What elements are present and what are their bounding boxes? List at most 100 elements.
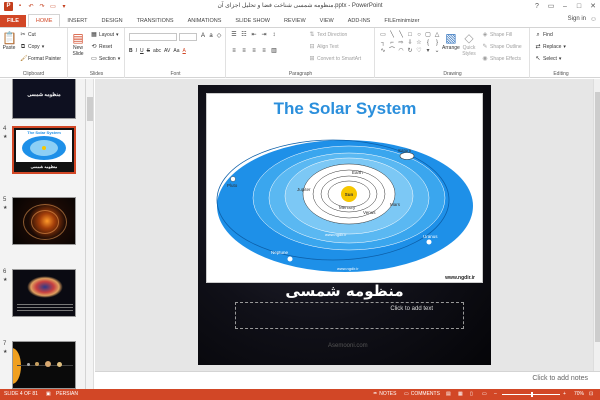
align-center-icon[interactable]: ≡	[241, 48, 247, 54]
elbow-shape-icon[interactable]: ┐	[379, 40, 387, 47]
quick-styles-button[interactable]: ◇ Quick Styles	[462, 31, 476, 57]
connector-shape-icon[interactable]: ⌐	[388, 40, 396, 47]
find-button[interactable]: ⌕ Find	[535, 32, 552, 38]
arrow-shape-icon[interactable]: ⇨	[397, 40, 405, 47]
copy-button[interactable]: ⧉ Copy ▾	[20, 44, 44, 50]
scrollbar-thumb[interactable]	[595, 92, 600, 342]
slide-thumbnail[interactable]	[12, 269, 76, 317]
circle-arrow-icon[interactable]: ↻	[406, 48, 414, 55]
tab-design[interactable]: DESIGN	[95, 15, 130, 27]
notes-toggle-button[interactable]: ≐ NOTES	[373, 391, 396, 397]
grow-font-icon[interactable]: A	[200, 33, 206, 39]
cut-button[interactable]: ✂ Cut	[20, 32, 35, 38]
section-button[interactable]: ▭ Section ▾	[91, 56, 120, 62]
zoom-in-icon[interactable]: +	[563, 391, 566, 397]
minimize-icon[interactable]: –	[558, 0, 572, 12]
tab-slide-show[interactable]: SLIDE SHOW	[228, 15, 277, 27]
select-button[interactable]: ↖ Select ▾	[535, 56, 561, 62]
zoom-level[interactable]: 70%	[574, 391, 584, 397]
tab-home[interactable]: HOME	[27, 14, 61, 27]
arc-shape-icon[interactable]: ◠	[397, 48, 405, 55]
slideshow-view-icon[interactable]: ▭	[482, 391, 487, 397]
change-case-button[interactable]: Aa	[173, 48, 179, 54]
rounded-rect-shape-icon[interactable]: ▢	[424, 32, 432, 39]
replace-button[interactable]: ⇄ Replace ▾	[535, 44, 565, 50]
line-shape-icon[interactable]: ╲	[397, 32, 405, 39]
triangle-shape-icon[interactable]: △	[433, 32, 441, 39]
underline-button[interactable]: U	[140, 48, 144, 54]
slide-thumbnail-selected[interactable]: The Solar System منظومه شمسی	[12, 126, 76, 174]
more-shapes-icon[interactable]: ▾	[424, 48, 432, 55]
rectangle-shape-icon[interactable]: □	[406, 32, 414, 39]
heart-shape-icon[interactable]: ♡	[415, 48, 423, 55]
increase-indent-icon[interactable]: ⇥	[261, 32, 267, 38]
thumbnail-scrollbar[interactable]	[86, 79, 94, 389]
tab-animations[interactable]: ANIMATIONS	[181, 15, 229, 27]
normal-view-icon[interactable]: ▤	[446, 391, 451, 397]
slide-title[interactable]: منظومه شمسی	[198, 282, 491, 300]
tab-add-ins[interactable]: ADD-INS	[341, 15, 378, 27]
brace-shape-icon[interactable]: {	[424, 40, 432, 47]
align-left-icon[interactable]: ≡	[231, 48, 237, 54]
reset-button[interactable]: ⟲ Reset	[91, 44, 112, 50]
bullets-icon[interactable]: ☰	[231, 32, 237, 38]
arrow-shape-icon[interactable]: ⇩	[406, 40, 414, 47]
textbox-shape-icon[interactable]: ▭	[379, 32, 387, 39]
reading-view-icon[interactable]: ▯	[470, 391, 473, 397]
zoom-out-icon[interactable]: –	[494, 391, 497, 397]
tab-view[interactable]: VIEW	[313, 15, 341, 27]
oval-shape-icon[interactable]: ○	[415, 32, 423, 39]
shadow-button[interactable]: abc	[153, 48, 161, 54]
strikethrough-button[interactable]: S	[147, 48, 150, 54]
clear-format-icon[interactable]: ◇	[216, 33, 222, 39]
italic-button[interactable]: I	[136, 48, 137, 54]
ribbon-display-icon[interactable]: ▭	[544, 0, 558, 12]
slide-sorter-icon[interactable]: ▦	[458, 391, 463, 397]
proofing-icon[interactable]: ▣	[46, 391, 51, 397]
character-spacing-button[interactable]: AV	[164, 48, 170, 54]
line-shape-icon[interactable]: ╲	[388, 32, 396, 39]
shapes-gallery[interactable]: ▭ ╲ ╲ □ ○ ▢ △ ┐ ⌐ ⇨ ⇩ ☆ { } ∿ ⌒ ◠ ↻ ♡ ▾	[379, 32, 441, 55]
text-direction-button[interactable]: ⇅ Text Direction	[309, 32, 347, 38]
solar-system-image[interactable]: The Solar System Sun Mercury Venus Earth	[206, 93, 483, 283]
align-right-icon[interactable]: ≡	[251, 48, 257, 54]
numbering-icon[interactable]: ☷	[241, 32, 247, 38]
tab-fileminimizer[interactable]: FILEminimizer	[377, 15, 426, 27]
paste-button[interactable]: 📋 Paste	[2, 31, 17, 51]
decrease-indent-icon[interactable]: ⇤	[251, 32, 257, 38]
tab-insert[interactable]: INSERT	[60, 15, 94, 27]
freeform-shape-icon[interactable]: ⌒	[388, 48, 396, 55]
feedback-smiley-icon[interactable]: ☺	[590, 16, 597, 23]
maximize-icon[interactable]: □	[572, 0, 586, 12]
font-color-button[interactable]: A	[182, 48, 185, 54]
font-name-combobox[interactable]	[129, 33, 177, 41]
fit-to-window-icon[interactable]: ⊡	[589, 391, 593, 397]
slide-thumbnail[interactable]: منظومه شمسی	[12, 79, 76, 119]
format-painter-button[interactable]: 🖌 Format Painter	[20, 56, 61, 62]
curve-shape-icon[interactable]: ∿	[379, 48, 387, 55]
tab-transitions[interactable]: TRANSITIONS	[130, 15, 181, 27]
comments-toggle-button[interactable]: ▭ COMMENTS	[404, 391, 440, 397]
tab-review[interactable]: REVIEW	[277, 15, 313, 27]
brace-shape-icon[interactable]: }	[433, 40, 441, 47]
convert-smartart-button[interactable]: ⊞ Convert to SmartArt	[309, 56, 361, 62]
arrange-button[interactable]: ▧ Arrange	[442, 31, 460, 51]
expand-gallery-icon[interactable]: ⌄	[433, 48, 441, 55]
slide-thumbnail[interactable]	[12, 341, 76, 389]
language-indicator[interactable]: PERSIAN	[56, 391, 78, 397]
scrollbar-thumb[interactable]	[87, 97, 93, 121]
justify-icon[interactable]: ≡	[261, 48, 267, 54]
current-slide[interactable]: The Solar System Sun Mercury Venus Earth	[198, 85, 491, 365]
shape-fill-button[interactable]: ◈ Shape Fill	[482, 32, 513, 38]
shape-outline-button[interactable]: ✎ Shape Outline	[482, 44, 521, 50]
shape-effects-button[interactable]: ◉ Shape Effects	[482, 56, 521, 62]
close-icon[interactable]: ✕	[586, 0, 600, 12]
help-icon[interactable]: ?	[530, 0, 544, 12]
notes-pane[interactable]: Click to add notes	[95, 371, 600, 389]
editor-scrollbar[interactable]	[593, 79, 600, 371]
columns-icon[interactable]: ▥	[271, 48, 277, 54]
line-spacing-icon[interactable]: ↕	[271, 32, 277, 38]
slide-thumbnail[interactable]	[12, 197, 76, 245]
text-placeholder[interactable]: Click to add text	[235, 302, 464, 329]
zoom-slider-thumb[interactable]	[531, 392, 533, 397]
